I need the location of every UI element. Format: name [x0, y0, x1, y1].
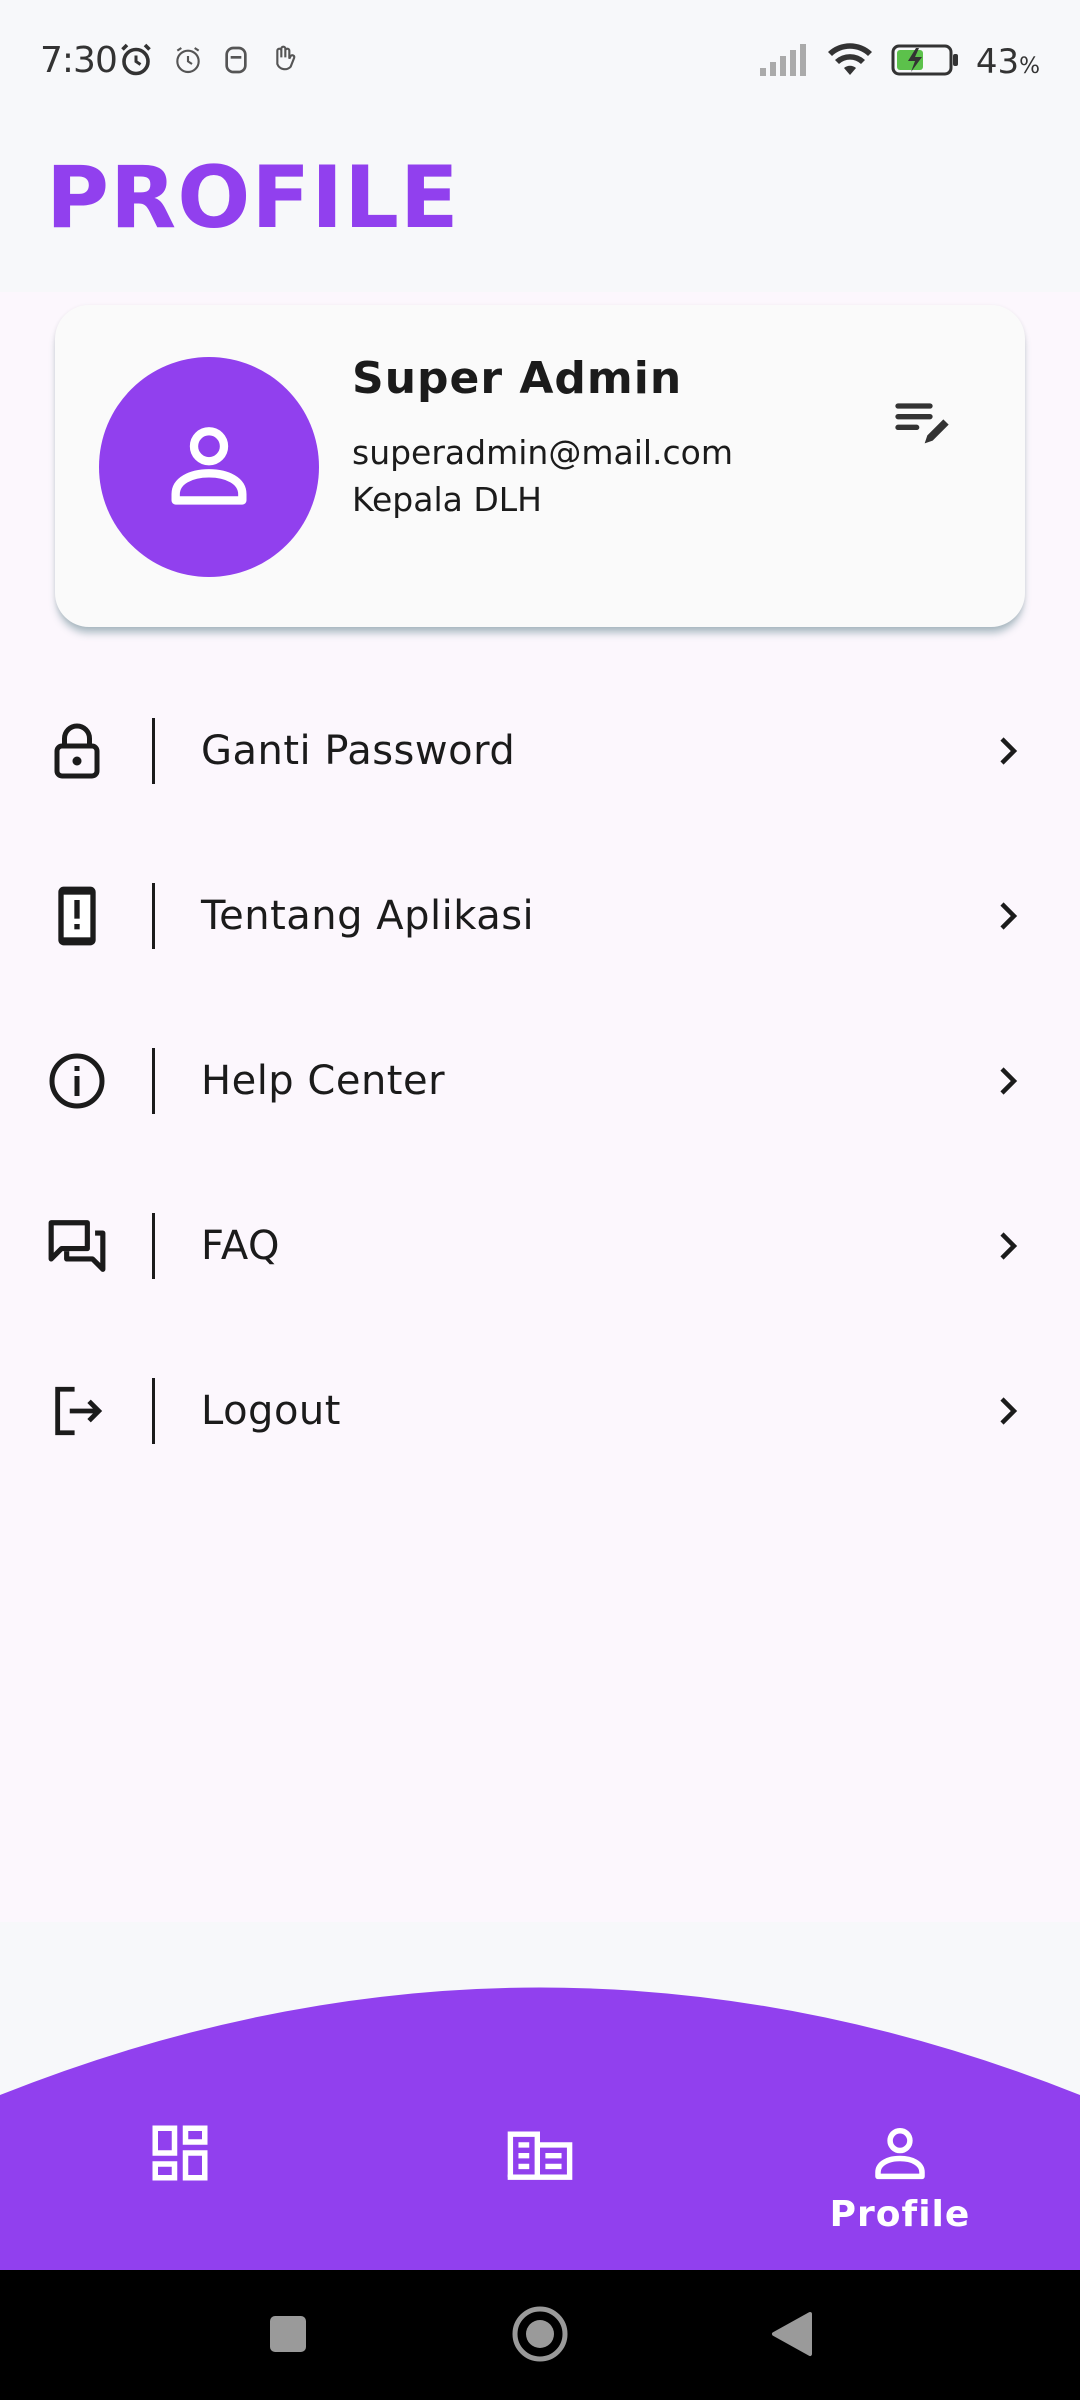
status-system-icons: 43% — [758, 42, 1040, 82]
back-triangle-icon — [770, 2310, 814, 2362]
menu-label: Tentang Aplikasi — [201, 892, 535, 939]
status-notification-icons — [118, 42, 300, 82]
menu-label: Ganti Password — [201, 727, 516, 774]
menu-item-tentang-aplikasi[interactable]: Tentang Aplikasi — [0, 833, 1080, 998]
forum-icon — [45, 1214, 109, 1278]
signal-icon — [758, 42, 810, 82]
edit-profile-button[interactable] — [887, 389, 957, 459]
status-time: 7:30 — [40, 40, 118, 81]
lock-icon — [45, 719, 109, 783]
shield-face-icon — [222, 44, 250, 80]
alarm-clock-icon — [118, 42, 154, 82]
nav-buildings[interactable] — [450, 2120, 630, 2250]
menu-label: FAQ — [201, 1222, 280, 1269]
profile-name: Super Admin — [352, 353, 683, 404]
chevron-right-icon — [986, 1224, 1030, 1268]
hand-icon — [268, 43, 300, 81]
menu-label: Help Center — [201, 1057, 446, 1104]
menu-item-logout[interactable]: Logout — [0, 1328, 1080, 1493]
system-navigation-bar — [0, 2270, 1080, 2400]
nav-profile[interactable]: Profile — [810, 2120, 990, 2250]
profile-email: superadmin@mail.com — [352, 433, 733, 472]
chevron-right-icon — [986, 1389, 1030, 1433]
menu-item-ganti-password[interactable]: Ganti Password — [0, 668, 1080, 833]
square-icon — [268, 2314, 308, 2358]
menu-list: Ganti Password Tentang Aplikasi Help Cen… — [0, 668, 1080, 1493]
logout-icon — [45, 1379, 109, 1443]
person-icon — [159, 415, 259, 519]
battery-percent: 43% — [975, 42, 1040, 82]
wifi-icon — [826, 41, 874, 83]
phone-alert-icon — [45, 884, 109, 948]
alarm-icon — [172, 44, 204, 80]
battery-charging-icon — [890, 42, 960, 82]
chevron-right-icon — [986, 729, 1030, 773]
menu-divider — [152, 1212, 155, 1279]
menu-divider — [152, 1377, 155, 1444]
menu-divider — [152, 1047, 155, 1114]
menu-item-help-center[interactable]: Help Center — [0, 998, 1080, 1163]
back-button[interactable] — [762, 2306, 822, 2366]
edit-list-icon — [890, 390, 954, 458]
menu-divider — [152, 882, 155, 949]
home-button[interactable] — [510, 2306, 570, 2366]
person-icon — [867, 2120, 933, 2190]
dashboard-icon — [147, 2120, 213, 2190]
bottom-navigation: Profile — [0, 1980, 1080, 2270]
nav-label: Profile — [829, 2194, 971, 2235]
avatar — [99, 357, 319, 577]
info-icon — [45, 1049, 109, 1113]
profile-card: Super Admin superadmin@mail.com Kepala D… — [55, 305, 1025, 627]
profile-role: Kepala DLH — [352, 480, 542, 519]
status-bar: 7:30 43% — [0, 0, 1080, 130]
menu-divider — [152, 717, 155, 784]
home-circle-icon — [511, 2305, 569, 2367]
menu-label: Logout — [201, 1387, 341, 1434]
chevron-right-icon — [986, 894, 1030, 938]
nav-dashboard[interactable] — [90, 2120, 270, 2250]
chevron-right-icon — [986, 1059, 1030, 1103]
page-title: PROFILE — [46, 148, 460, 248]
recents-button[interactable] — [258, 2306, 318, 2366]
building-list-icon — [505, 2120, 575, 2190]
menu-item-faq[interactable]: FAQ — [0, 1163, 1080, 1328]
